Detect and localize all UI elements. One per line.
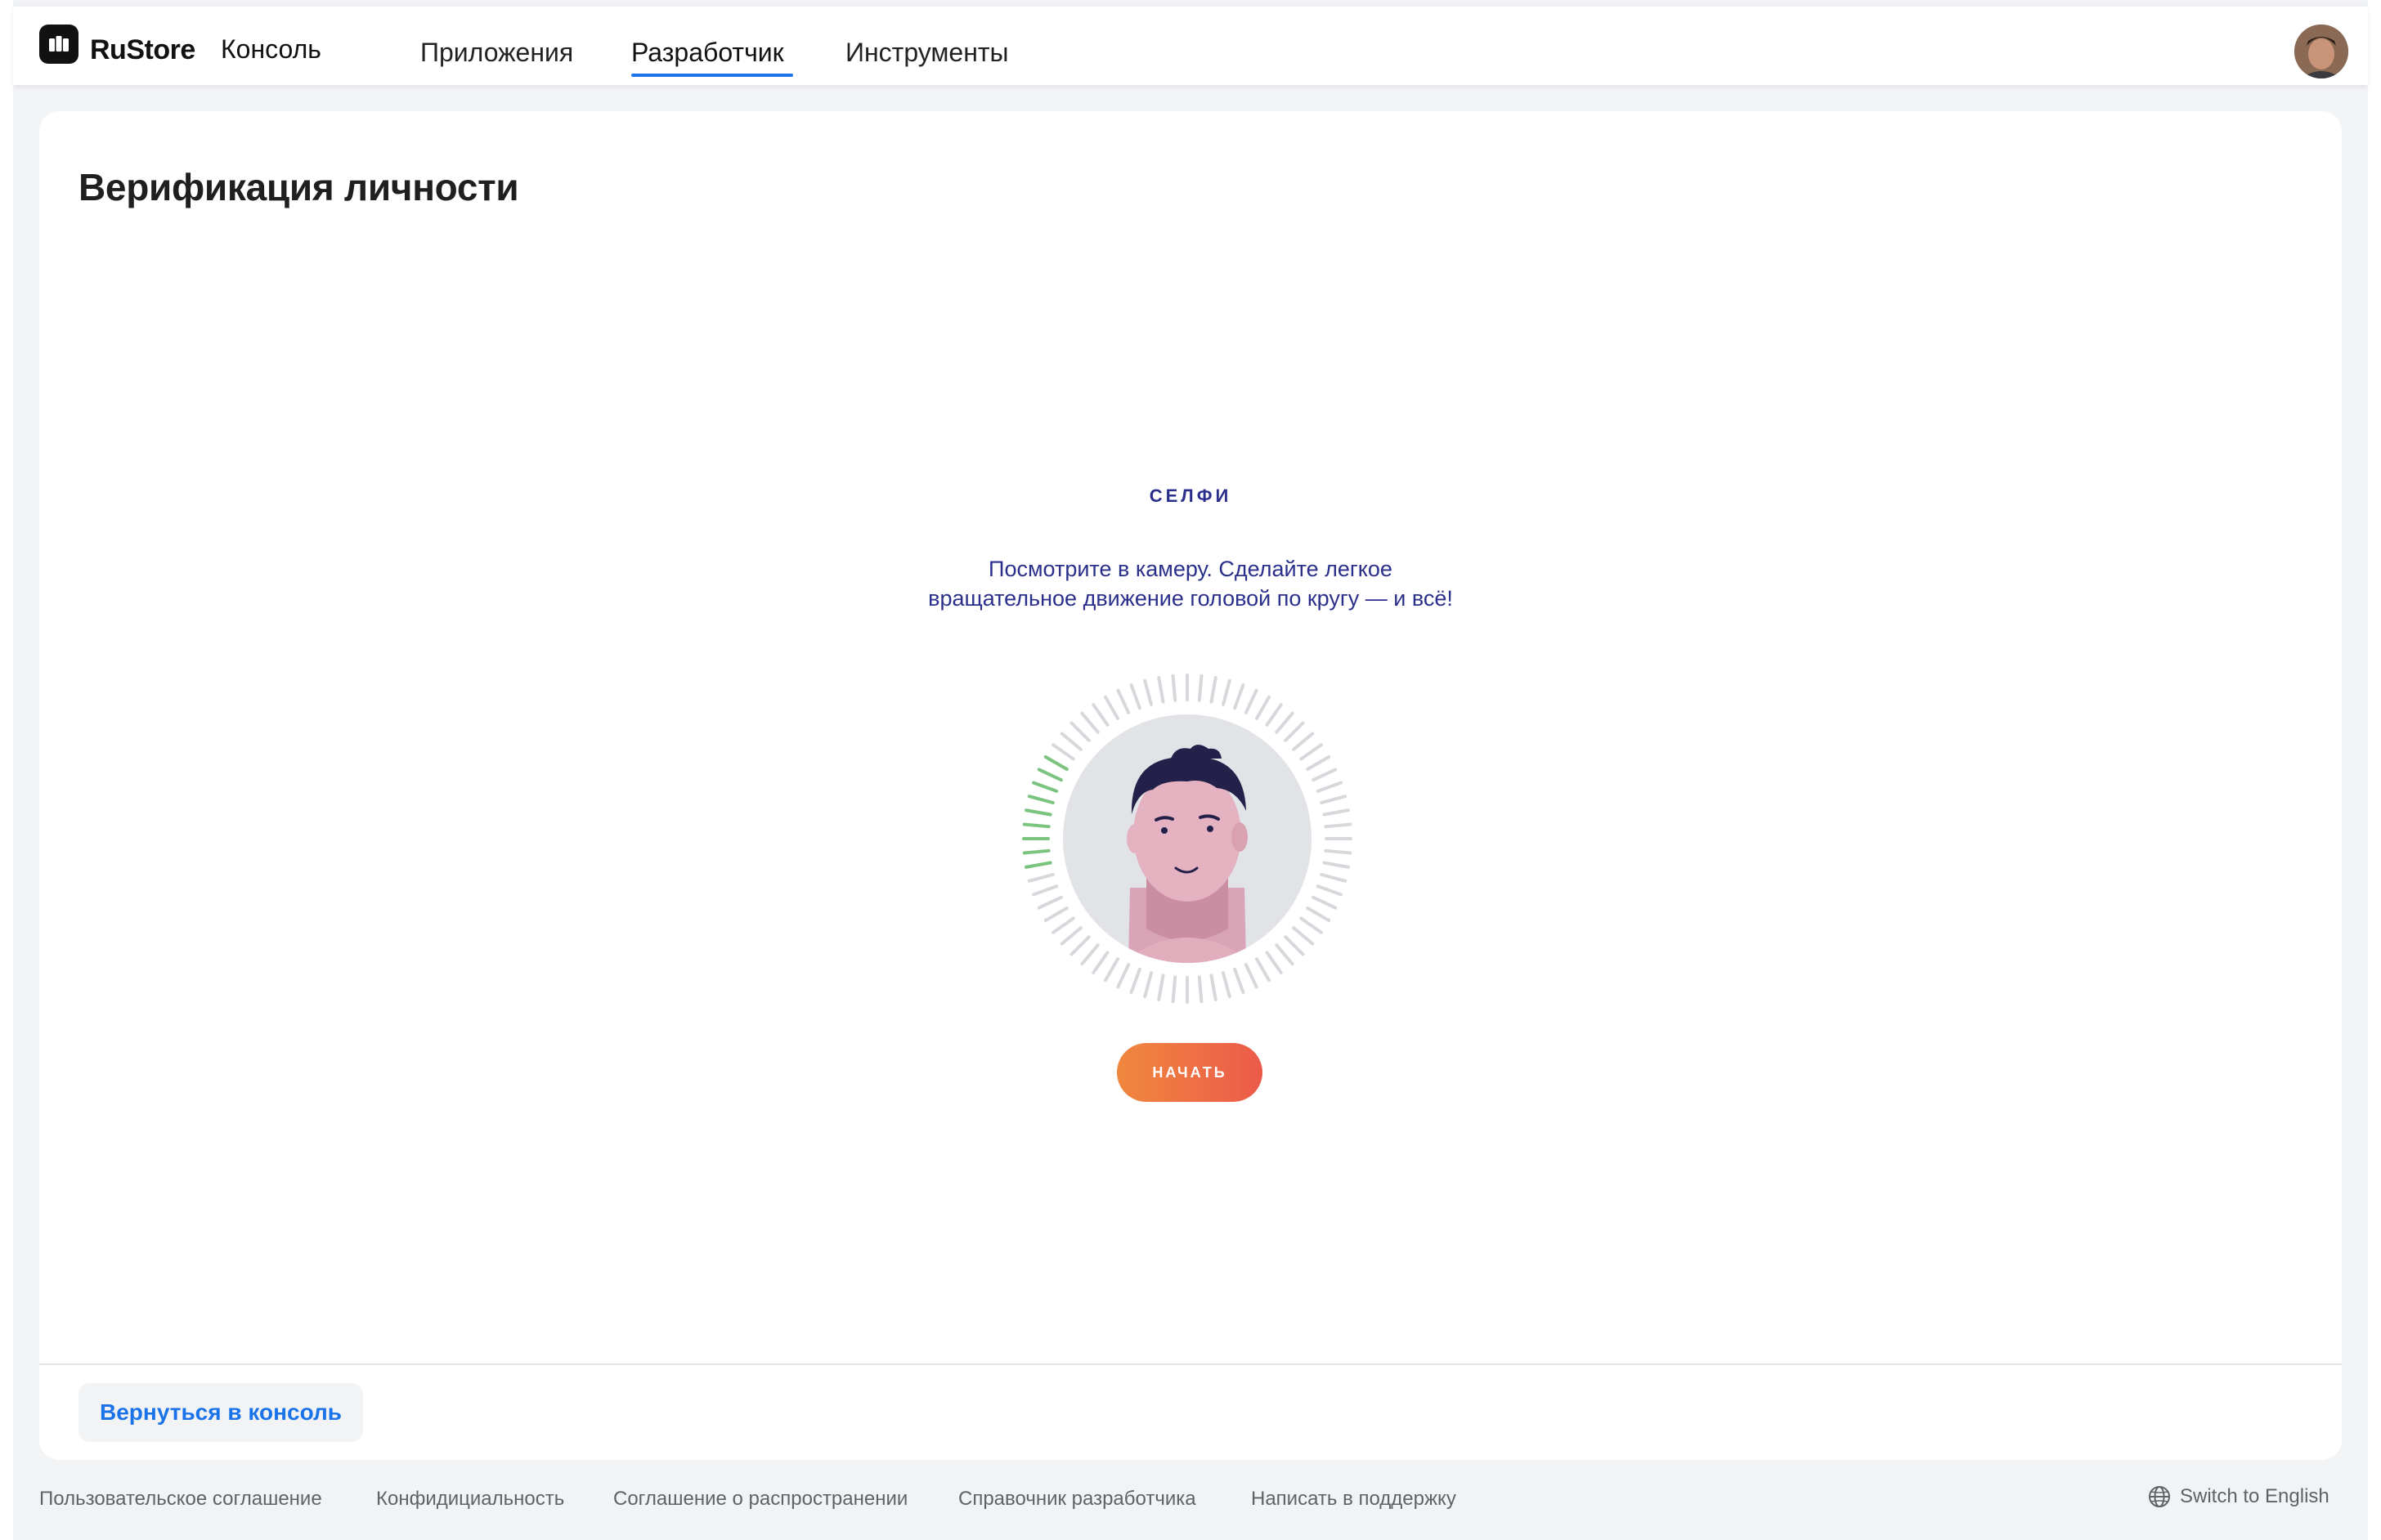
- page-title: Верификация личности: [78, 166, 519, 208]
- progress-tick: [1255, 695, 1271, 720]
- user-avatar[interactable]: [2294, 25, 2348, 78]
- progress-tick: [1324, 848, 1352, 855]
- progress-tick: [1320, 795, 1347, 805]
- progress-tick-filled: [1022, 848, 1051, 855]
- rustore-logo-icon[interactable]: [39, 25, 78, 64]
- progress-tick: [1299, 743, 1323, 761]
- footer-link-developer-guide[interactable]: Справочник разработчика: [958, 1488, 1196, 1511]
- progress-tick: [1129, 683, 1141, 710]
- nav-item-developer[interactable]: Разработчик: [631, 38, 784, 68]
- progress-tick: [1306, 755, 1331, 771]
- instruction-line-2: вращательное движение головой по кругу —…: [928, 586, 1453, 611]
- progress-tick: [1265, 951, 1283, 974]
- progress-tick: [1060, 926, 1083, 946]
- progress-tick: [1143, 678, 1154, 706]
- progress-tick: [1157, 974, 1165, 1001]
- active-tab-indicator: [631, 74, 793, 77]
- progress-tick: [1312, 768, 1338, 782]
- progress-tick: [1209, 676, 1217, 704]
- progress-tick: [1060, 732, 1083, 751]
- selfie-progress-ring: [1016, 667, 1359, 1010]
- progress-tick: [1051, 743, 1075, 761]
- progress-tick: [1284, 935, 1305, 956]
- progress-tick: [1316, 781, 1343, 793]
- progress-tick: [1104, 957, 1119, 983]
- progress-tick: [1032, 884, 1059, 897]
- progress-tick: [1027, 872, 1055, 883]
- language-switch[interactable]: Switch to English: [2147, 1484, 2329, 1509]
- progress-tick: [1104, 695, 1119, 720]
- progress-tick: [1306, 907, 1331, 922]
- verification-card: Верификация личности СЕЛФИ Посмотрите в …: [39, 111, 2342, 1460]
- progress-tick-filled: [1022, 822, 1051, 829]
- progress-tick-filled: [1043, 755, 1069, 771]
- progress-tick: [1080, 711, 1100, 734]
- progress-tick: [1051, 916, 1075, 934]
- progress-tick: [1292, 926, 1315, 946]
- progress-tick: [1255, 957, 1271, 983]
- progress-tick: [1171, 975, 1177, 1004]
- progress-tick: [1171, 674, 1177, 702]
- back-to-console-button[interactable]: Вернуться в консоль: [78, 1383, 363, 1442]
- progress-tick: [1316, 884, 1343, 897]
- progress-tick: [1157, 676, 1165, 704]
- language-switch-label: Switch to English: [2180, 1485, 2329, 1507]
- selfie-instructions: Посмотрите в камеру. Сделайте легкое вра…: [39, 554, 2342, 613]
- face-illustration-icon: [1122, 745, 1253, 963]
- progress-tick: [1320, 872, 1347, 883]
- footer-link-privacy[interactable]: Конфидициальность: [376, 1488, 564, 1511]
- progress-tick: [1233, 683, 1245, 710]
- progress-tick-filled: [1032, 781, 1059, 793]
- progress-tick: [1275, 711, 1294, 734]
- selfie-heading: СЕЛФИ: [1149, 486, 1232, 506]
- progress-tick: [1092, 703, 1110, 727]
- nav-item-apps[interactable]: Приложения: [420, 38, 573, 68]
- progress-tick: [1275, 943, 1294, 966]
- progress-tick-filled: [1037, 768, 1063, 782]
- progress-ring-svg: [1022, 674, 1352, 1004]
- progress-tick: [1244, 963, 1258, 989]
- nav-item-tools[interactable]: Инструменты: [845, 38, 1009, 68]
- footer-link-user-agreement[interactable]: Пользовательское соглашение: [39, 1488, 322, 1511]
- progress-tick: [1043, 907, 1069, 922]
- progress-tick: [1069, 935, 1091, 956]
- progress-tick: [1092, 951, 1110, 974]
- top-bar: RuStore Консоль Приложения Разработчик И…: [13, 7, 2368, 85]
- progress-tick: [1069, 721, 1091, 742]
- progress-tick: [1116, 963, 1131, 989]
- progress-tick: [1265, 703, 1283, 727]
- progress-tick: [1221, 971, 1231, 999]
- progress-tick: [1233, 967, 1245, 994]
- brand-name[interactable]: RuStore: [90, 34, 195, 66]
- progress-tick: [1197, 674, 1204, 702]
- progress-tick-filled: [1027, 795, 1055, 805]
- card-divider: [39, 1363, 2342, 1365]
- progress-tick: [1197, 975, 1204, 1004]
- start-button[interactable]: НАЧАТЬ: [1117, 1043, 1262, 1102]
- footer-link-distribution-agreement[interactable]: Соглашение о распространении: [613, 1488, 908, 1511]
- progress-tick: [1116, 688, 1131, 714]
- progress-tick: [1244, 688, 1258, 714]
- progress-tick: [1322, 861, 1350, 869]
- progress-tick: [1080, 943, 1100, 966]
- progress-tick-filled: [1025, 808, 1052, 817]
- footer-link-support[interactable]: Написать в поддержку: [1251, 1488, 1456, 1511]
- progress-tick-filled: [1025, 861, 1052, 869]
- progress-tick: [1129, 967, 1141, 994]
- progress-tick: [1209, 974, 1217, 1001]
- progress-tick: [1037, 895, 1063, 910]
- progress-tick: [1324, 822, 1352, 829]
- instruction-line-1: Посмотрите в камеру. Сделайте легкое: [989, 557, 1392, 581]
- globe-icon: [2149, 1486, 2170, 1507]
- progress-tick: [1143, 971, 1154, 999]
- progress-tick: [1299, 916, 1323, 934]
- progress-tick: [1284, 721, 1305, 742]
- progress-tick: [1322, 808, 1350, 817]
- progress-tick: [1221, 678, 1231, 706]
- progress-tick: [1312, 895, 1338, 910]
- progress-tick: [1292, 732, 1315, 751]
- brand-subtitle: Консоль: [221, 34, 321, 64]
